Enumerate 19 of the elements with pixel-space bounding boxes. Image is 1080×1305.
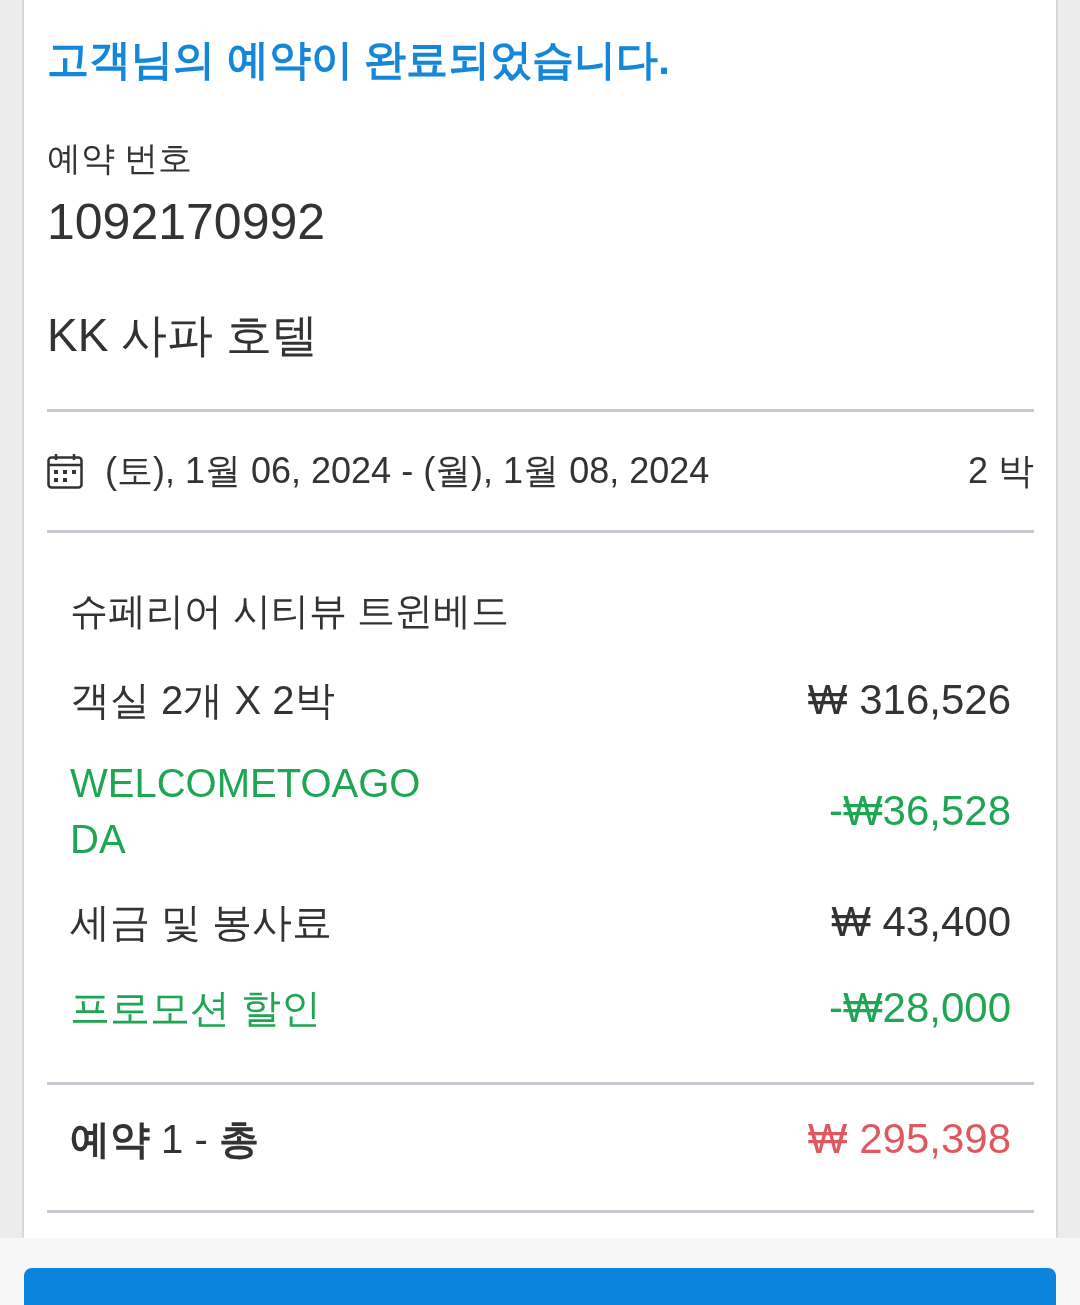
hotel-name: KK 사파 호텔: [47, 308, 318, 363]
primary-button[interactable]: [24, 1268, 1056, 1305]
charge-label: 객실 2개 X 2박: [70, 677, 335, 724]
confirmation-title: 고객님의 예약이 완료되었습니다.: [47, 35, 670, 85]
charge-amount: ₩ 43,400: [831, 897, 1011, 947]
discount-label: WELCOMETOAGODA: [70, 760, 422, 863]
nights-count: 2 박: [967, 449, 1034, 493]
total-amount: ₩ 295,398: [807, 1114, 1011, 1164]
discount-amount: -₩36,528: [828, 786, 1011, 836]
discount-label: 프로모션 할인: [70, 985, 322, 1032]
calendar-icon: [47, 453, 83, 489]
booking-number: 1092170992: [47, 194, 326, 250]
stay-dates: (토), 1월 06, 2024 - (월), 1월 08, 2024: [105, 449, 710, 493]
room-name: 슈페리어 시티뷰 트윈베드: [70, 589, 510, 634]
charge-amount: ₩ 316,526: [807, 675, 1011, 725]
booking-number-label: 예약 번호: [47, 138, 193, 179]
charge-label: 세금 및 봉사료: [70, 899, 333, 946]
total-label: 예약 1 - 총: [70, 1116, 259, 1163]
discount-amount: -₩28,000: [828, 983, 1011, 1033]
